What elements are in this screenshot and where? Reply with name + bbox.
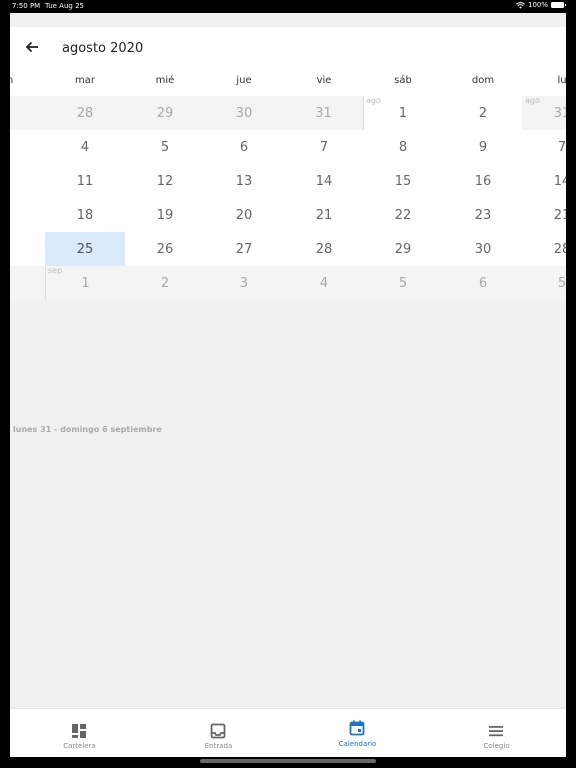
weekday-header: sáb bbox=[394, 75, 412, 86]
tab-label: Colegio bbox=[483, 742, 510, 750]
weekday-header: jue bbox=[236, 75, 252, 86]
weekday-header: mar bbox=[75, 75, 95, 86]
day-cell[interactable]: 31 bbox=[284, 96, 364, 130]
day-cell[interactable]: 7 bbox=[522, 130, 566, 164]
day-cell[interactable]: 1 bbox=[363, 96, 443, 130]
day-cell[interactable]: 21 bbox=[284, 198, 364, 232]
day-cell[interactable]: 6 bbox=[204, 130, 284, 164]
day-cell[interactable] bbox=[10, 266, 45, 300]
day-cell[interactable]: 5 bbox=[125, 130, 205, 164]
day-cell[interactable]: 27 bbox=[204, 232, 284, 266]
battery-icon bbox=[551, 2, 566, 8]
calendar-icon bbox=[349, 720, 365, 736]
tab-colegio[interactable]: Colegio bbox=[427, 709, 566, 757]
dashboard-icon bbox=[72, 724, 86, 738]
day-cell[interactable]: 14 bbox=[522, 164, 566, 198]
day-cell[interactable]: 5 bbox=[522, 266, 566, 300]
day-cell[interactable]: 11 bbox=[45, 164, 125, 198]
status-bar: 7:50 PM Tue Aug 25 100% bbox=[0, 0, 576, 13]
day-cell[interactable]: 29 bbox=[125, 96, 205, 130]
tab-calendario[interactable]: Calendario bbox=[288, 709, 427, 757]
day-cell[interactable]: 30 bbox=[443, 232, 523, 266]
day-cell[interactable]: 4 bbox=[10, 232, 45, 266]
day-cell[interactable]: 15 bbox=[363, 164, 443, 198]
day-cell[interactable]: 28 bbox=[284, 232, 364, 266]
month-label: sep bbox=[48, 266, 63, 275]
month-label: ago bbox=[525, 96, 540, 105]
day-cell[interactable]: 3 bbox=[204, 266, 284, 300]
header-bar: agosto 2020 bbox=[10, 27, 566, 77]
day-cell[interactable]: 8 bbox=[363, 130, 443, 164]
day-cell[interactable]: 5 bbox=[363, 266, 443, 300]
tab-label: Cartelera bbox=[63, 742, 96, 750]
day-cell[interactable]: 9 bbox=[443, 130, 523, 164]
status-date: Tue Aug 25 bbox=[45, 2, 84, 10]
day-cell[interactable]: 21 bbox=[522, 198, 566, 232]
menu-icon bbox=[489, 726, 503, 737]
weekday-header: dom bbox=[471, 75, 495, 86]
day-cell[interactable]: 30 bbox=[204, 96, 284, 130]
week-range-label: lunes 31 - domingo 6 septiembre bbox=[13, 425, 162, 434]
status-time: 7:50 PM bbox=[12, 2, 41, 10]
day-cell[interactable]: 2 bbox=[125, 266, 205, 300]
battery-percent: 100% bbox=[527, 1, 548, 9]
bottom-tab-bar: Cartelera Entrada Calendario Colegio bbox=[10, 708, 566, 757]
tab-entrada[interactable]: Entrada bbox=[149, 709, 288, 757]
selected-day-cell[interactable]: 25 bbox=[45, 232, 125, 266]
day-cell[interactable]: 12 bbox=[125, 164, 205, 198]
tab-label: Entrada bbox=[204, 742, 233, 750]
tab-cartelera[interactable]: Cartelera bbox=[10, 709, 149, 757]
day-cell[interactable]: 7 bbox=[10, 96, 45, 130]
day-cell[interactable]: 16 bbox=[443, 164, 523, 198]
day-cell[interactable]: 23 bbox=[443, 198, 523, 232]
day-cell[interactable]: 7 bbox=[284, 130, 364, 164]
day-cell[interactable]: 14 bbox=[284, 164, 364, 198]
day-cell[interactable]: 4 bbox=[45, 130, 125, 164]
day-cell[interactable]: 6 bbox=[443, 266, 523, 300]
app-screen: agosto 2020 n mar mié jue vie sáb dom lu… bbox=[10, 13, 566, 757]
day-cell[interactable]: 7 bbox=[10, 198, 45, 232]
day-cell[interactable]: 22 bbox=[363, 198, 443, 232]
day-cell[interactable]: 19 bbox=[125, 198, 205, 232]
weekday-header: n bbox=[10, 75, 50, 86]
day-cell[interactable]: 4 bbox=[284, 266, 364, 300]
day-cell[interactable]: 0 bbox=[10, 164, 45, 198]
day-cell[interactable] bbox=[10, 130, 45, 164]
back-arrow-icon[interactable] bbox=[24, 39, 40, 55]
wifi-icon bbox=[516, 1, 525, 9]
inbox-icon bbox=[210, 723, 226, 739]
day-cell[interactable]: 28 bbox=[45, 96, 125, 130]
day-cell[interactable]: 28 bbox=[522, 232, 566, 266]
day-cell[interactable]: 26 bbox=[125, 232, 205, 266]
home-indicator[interactable] bbox=[200, 759, 376, 763]
day-cell[interactable]: 29 bbox=[363, 232, 443, 266]
weekday-header: vie bbox=[316, 75, 332, 86]
calendar-grid: n mar mié jue vie sáb dom lu 7 28 29 30 … bbox=[10, 71, 566, 300]
day-cell[interactable]: 13 bbox=[204, 164, 284, 198]
weekday-header: mié bbox=[155, 75, 175, 86]
day-cell[interactable]: 2 bbox=[443, 96, 523, 130]
month-title: agosto 2020 bbox=[62, 41, 144, 56]
day-cell[interactable]: 18 bbox=[45, 198, 125, 232]
tab-label: Calendario bbox=[338, 740, 377, 748]
weekday-header: lu bbox=[557, 75, 566, 86]
day-cell[interactable]: 20 bbox=[204, 198, 284, 232]
